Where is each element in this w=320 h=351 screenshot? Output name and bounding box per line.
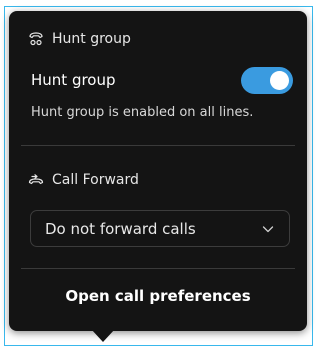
- hunt-group-toggle-label: Hunt group: [31, 71, 116, 89]
- hunt-group-toggle-row: Hunt group: [31, 65, 293, 95]
- call-forward-dropdown[interactable]: Do not forward calls: [30, 210, 290, 247]
- divider: [21, 268, 295, 269]
- divider: [21, 145, 295, 146]
- hunt-group-header: Hunt group: [27, 30, 131, 48]
- popover-caret: [91, 329, 115, 342]
- hunt-group-icon: [27, 30, 45, 48]
- hunt-group-helper-text: Hunt group is enabled on all lines.: [31, 105, 254, 120]
- hunt-group-section-title: Hunt group: [52, 31, 131, 47]
- call-forward-selected-value: Do not forward calls: [45, 219, 196, 238]
- call-forward-section-title: Call Forward: [52, 172, 139, 188]
- toggle-knob: [270, 70, 289, 90]
- chevron-down-icon: [261, 222, 275, 236]
- hunt-group-toggle[interactable]: [241, 66, 293, 94]
- call-forward-header: Call Forward: [27, 171, 139, 189]
- call-forward-icon: [27, 171, 45, 189]
- open-call-preferences-button[interactable]: Open call preferences: [9, 287, 307, 305]
- call-settings-popover: Hunt group Hunt group Hunt group is enab…: [9, 11, 307, 342]
